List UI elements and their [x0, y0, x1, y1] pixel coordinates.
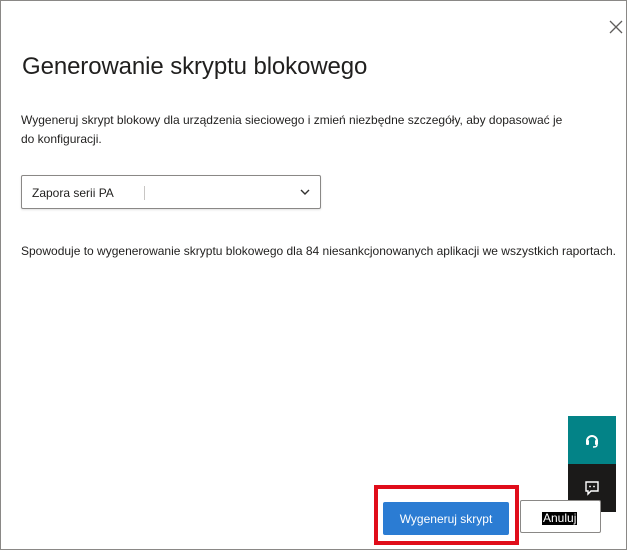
device-type-dropdown[interactable]: Zapora serii PA	[21, 175, 321, 209]
feedback-icon	[585, 481, 599, 496]
cancel-button[interactable]: Anuluj	[520, 500, 601, 533]
headset-icon	[586, 435, 598, 448]
cancel-button-label: Anuluj	[542, 511, 578, 525]
dialog-description: Wygeneruj skrypt blokowy dla urządzenia …	[21, 113, 563, 146]
text-cursor	[144, 186, 145, 200]
dropdown-selected-value: Zapora serii PA	[32, 186, 114, 200]
dialog-title: Generowanie skryptu blokowego	[22, 53, 368, 80]
close-icon	[609, 20, 623, 34]
generate-block-script-dialog: Generowanie skryptu blokowego Wygeneruj …	[0, 0, 627, 550]
close-button[interactable]	[605, 16, 627, 38]
side-action-panel	[568, 416, 616, 512]
chevron-down-icon	[300, 189, 310, 195]
support-button[interactable]	[568, 416, 616, 464]
info-text: Spowoduje to wygenerowanie skryptu bloko…	[21, 244, 616, 258]
generate-script-button[interactable]: Wygeneruj skrypt	[383, 502, 509, 535]
